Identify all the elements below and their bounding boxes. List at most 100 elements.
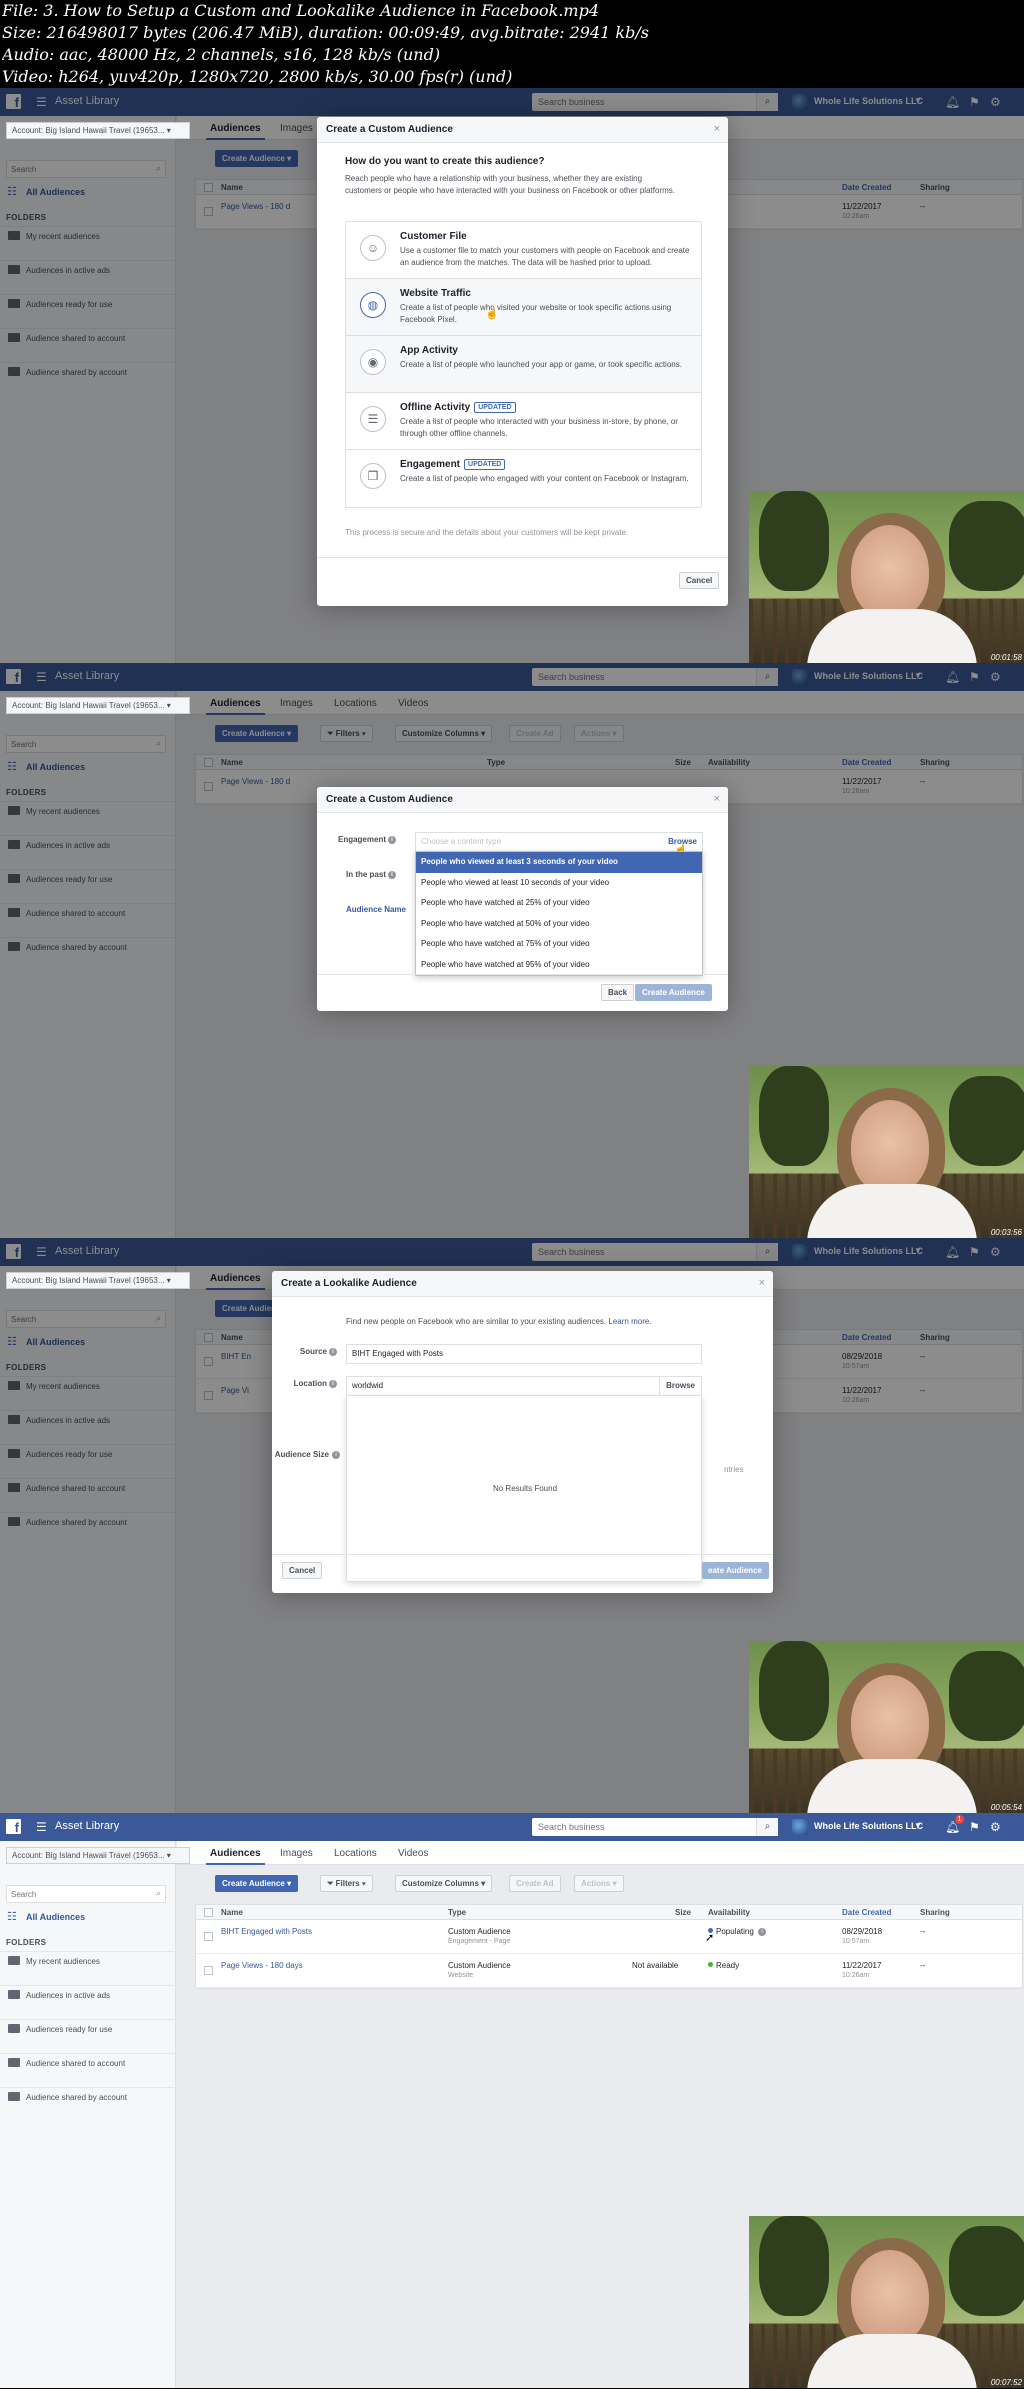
store-icon: ☰ [360, 406, 386, 432]
select-all-checkbox[interactable] [204, 1908, 213, 1917]
audience-type: Custom Audience [448, 1961, 511, 1970]
source-label-text: Source [299, 1347, 327, 1356]
globe-icon: ◍ [360, 292, 386, 318]
account-selector[interactable]: Account: Big Island Hawaii Travel (19653… [6, 1847, 190, 1864]
customer-file-icon: ☺ [360, 235, 386, 261]
dropdown-option[interactable]: People who have watched at 25% of your v… [416, 893, 702, 914]
lookalike-intro-text: Find new people on Facebook who are simi… [346, 1317, 607, 1326]
in-the-past-label-text: In the past [345, 870, 386, 879]
sidebar-folder[interactable]: Audience shared by account [0, 2087, 176, 2107]
presenter-face [851, 1675, 929, 1769]
browse-button[interactable]: Browse [659, 1377, 701, 1395]
search-icon[interactable]: ⌕ [756, 1818, 778, 1836]
video-timestamp: 00:01:58 [990, 653, 1022, 662]
sidebar-folder[interactable]: Audiences in active ads [0, 1985, 176, 2005]
option-engagement[interactable]: ❐ Engagement UPDATED Create a list of peo… [346, 450, 701, 507]
video-timestamp: 00:05:54 [990, 1803, 1022, 1812]
sidebar-search[interactable]: ⌕ [6, 1885, 166, 1903]
option-offline-activity[interactable]: ☰ Offline Activity UPDATED Create a list … [346, 393, 701, 450]
business-name[interactable]: Whole Life Solutions LLC [814, 1821, 923, 1831]
option-website-traffic[interactable]: ◍ Website Traffic Create a list of peopl… [346, 279, 701, 336]
account-selector[interactable]: Account: Big Island Hawaii Travel (19653… [6, 122, 190, 139]
cancel-button[interactable]: Cancel [679, 572, 720, 589]
chevron-down-icon[interactable]: ▼ [914, 1821, 922, 1830]
webcam-overlay: 00:07:52 [749, 2216, 1024, 2388]
business-search[interactable]: ⌕ [532, 1818, 778, 1836]
facebook-logo[interactable]: f [6, 1819, 21, 1835]
app-title[interactable]: Asset Library [55, 1820, 119, 1832]
cancel-button[interactable]: Cancel [282, 1562, 323, 1579]
column-availability[interactable]: Availability [708, 1908, 750, 1917]
column-type[interactable]: Type [448, 1908, 466, 1917]
sidebar-search-input[interactable] [7, 1886, 147, 1902]
location-input[interactable]: worldwid Browse [346, 1376, 702, 1396]
content-type-input[interactable]: Choose a content type Browse ☝ [415, 832, 703, 856]
sidebar-folder[interactable]: Audiences ready for use [0, 2019, 176, 2039]
close-icon[interactable]: × [759, 1277, 765, 1289]
top-bar: f ☰ Asset Library ⌕ Whole Life Solutions… [0, 1813, 1024, 1841]
row-checkbox[interactable] [204, 1966, 213, 1975]
hamburger-icon[interactable]: ☰ [36, 1820, 47, 1834]
file-info-line: Audio: aac, 48000 Hz, 2 channels, s16, 1… [2, 45, 441, 64]
flag-icon[interactable]: ⚑ [969, 1820, 980, 1834]
audience-subtype: Website [448, 1972, 474, 1979]
engagement-icon: ❐ [360, 463, 386, 489]
availability-text: Ready [716, 1961, 740, 1970]
folders-heading: FOLDERS [6, 1938, 47, 1947]
sidebar-folder[interactable]: Audience shared to account [0, 2053, 176, 2073]
sharing-value: -- [920, 1961, 926, 1970]
business-search-input[interactable] [532, 1818, 752, 1836]
info-icon[interactable]: i [388, 836, 396, 844]
info-icon[interactable]: i [758, 1928, 767, 1936]
info-icon[interactable]: i [329, 1380, 337, 1388]
content-type-dropdown: People who viewed at least 3 seconds of … [415, 851, 703, 976]
back-button[interactable]: Back [601, 984, 635, 1001]
background-foliage [949, 1076, 1024, 1166]
file-info-line: Video: h264, yuv420p, 1280x720, 2800 kb/… [2, 67, 513, 86]
create-audience-submit-button[interactable]: Create Audience [635, 984, 712, 1001]
account-selector[interactable]: Account: Big Island Hawaii Travel (19653… [6, 697, 190, 714]
account-selector[interactable]: Account: Big Island Hawaii Travel (19653… [6, 1272, 190, 1289]
option-customer-file[interactable]: ☺ Customer File Use a customer file to m… [346, 222, 701, 279]
close-icon[interactable]: × [714, 793, 720, 805]
source-label: Source i [272, 1347, 337, 1356]
option-title: Offline Activity UPDATED [400, 402, 516, 413]
option-description: Create a list of people who launched you… [400, 360, 682, 369]
location-label-text: Location [293, 1379, 327, 1388]
modal-title: Create a Custom Audience [326, 124, 453, 135]
column-size[interactable]: Size [675, 1908, 691, 1917]
column-date-created[interactable]: Date Created [842, 1908, 891, 1917]
folder-icon [8, 2058, 20, 2067]
audience-name[interactable]: BIHT Engaged with Posts [221, 1927, 312, 1936]
gear-icon[interactable]: ⚙ [990, 1820, 1001, 1834]
dropdown-option[interactable]: People who have watched at 50% of your v… [416, 914, 702, 935]
option-app-activity[interactable]: ◉ App Activity Create a list of people w… [346, 336, 701, 393]
table-row[interactable]: Page Views - 180 days Custom Audience We… [196, 1954, 1022, 1988]
audience-name[interactable]: Page Views - 180 days [221, 1961, 303, 1970]
account-name: Account: Big Island Hawaii Travel (19653… [12, 126, 165, 135]
dropdown-option[interactable]: People who have watched at 95% of your v… [416, 955, 702, 976]
column-sharing[interactable]: Sharing [920, 1908, 950, 1917]
sidebar-folder[interactable]: My recent audiences [0, 1951, 176, 1971]
dropdown-option[interactable]: People who viewed at least 10 seconds of… [416, 873, 702, 894]
close-icon[interactable]: × [714, 123, 720, 135]
table-row[interactable]: BIHT Engaged with Posts Custom Audience … [196, 1920, 1022, 1954]
modal-title: Create a Lookalike Audience [281, 1278, 417, 1289]
create-audience-submit-button[interactable]: eate Audience [702, 1562, 769, 1579]
search-icon: ⌕ [155, 1888, 161, 1898]
info-icon[interactable]: i [329, 1348, 337, 1356]
info-icon[interactable]: i [388, 871, 396, 879]
sidebar-item-all-audiences[interactable]: ☷ All Audiences [0, 1907, 176, 1927]
learn-more-link[interactable]: Learn more. [608, 1317, 651, 1326]
info-icon[interactable]: i [332, 1451, 340, 1459]
business-logo-icon[interactable] [792, 1819, 808, 1835]
option-description: Create a list of people who visited your… [400, 303, 672, 324]
source-input[interactable]: BIHT Engaged with Posts [346, 1344, 702, 1364]
column-name[interactable]: Name [221, 1908, 243, 1917]
option-title: Customer File [400, 231, 467, 242]
dropdown-option[interactable]: People who viewed at least 3 seconds of … [416, 852, 702, 873]
option-description: Create a list of people who interacted w… [400, 417, 678, 438]
folder-label: Audiences ready for use [26, 2025, 113, 2034]
dropdown-option[interactable]: People who have watched at 75% of your v… [416, 934, 702, 955]
row-checkbox[interactable] [204, 1932, 213, 1941]
